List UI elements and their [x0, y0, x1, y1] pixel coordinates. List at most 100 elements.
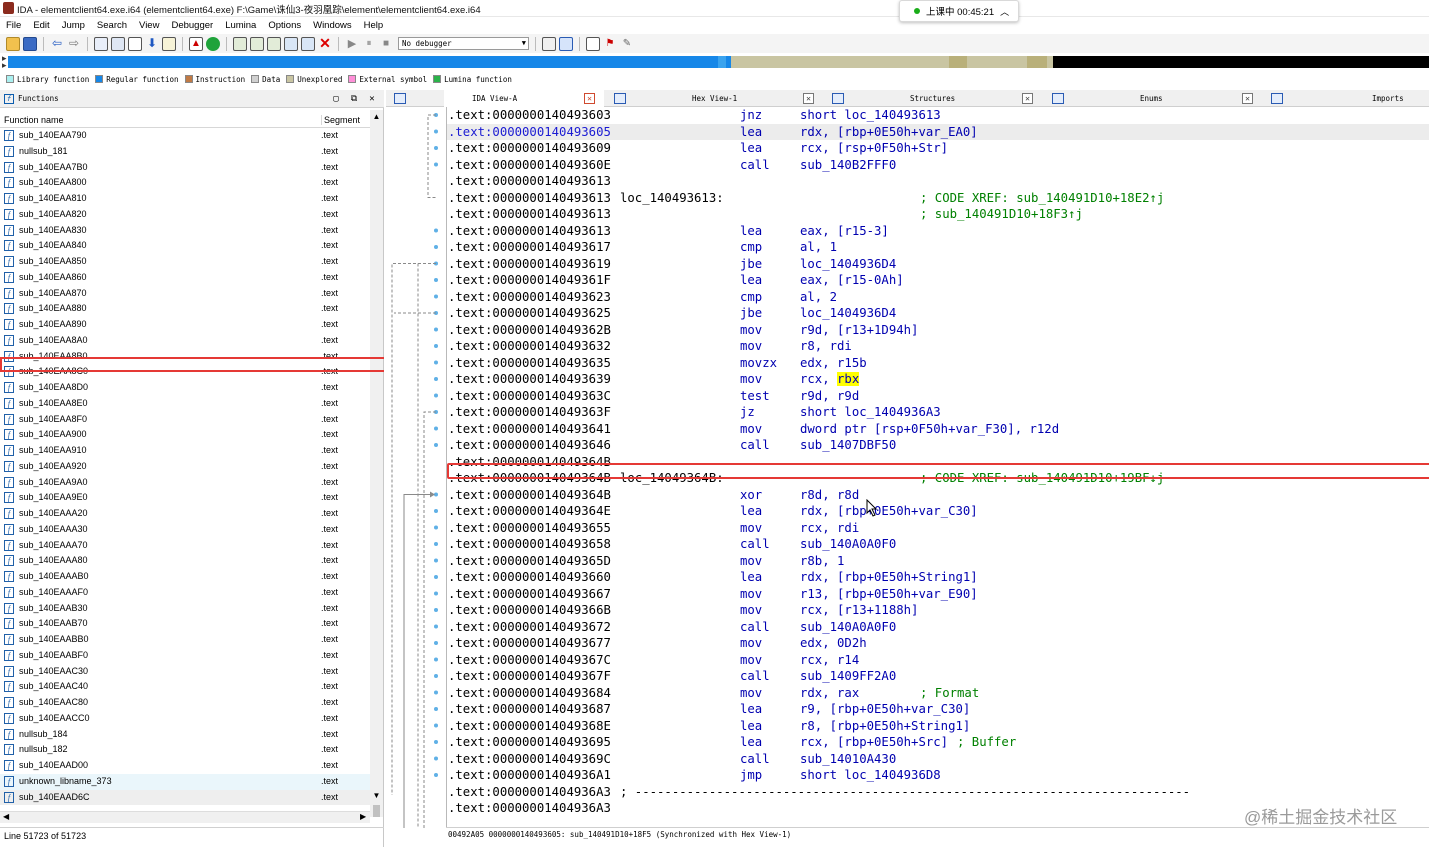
scroll-left-icon[interactable]: ◀	[3, 812, 9, 821]
separator-comment[interactable]: ; --------------------------------------…	[620, 784, 1190, 801]
function-row[interactable]: f sub_140EAA8A0 .text	[0, 333, 370, 349]
disassembly-line[interactable]: .text:0000000140493605 lea rdx, [rbp+0E50h…	[447, 123, 1429, 140]
instruction-operands[interactable]: r8d, r8d	[800, 487, 859, 504]
disassembly-line[interactable]: .text:0000000140493655 mov rcx, rdi	[447, 520, 1429, 537]
disassembly-line[interactable]: .text:0000000140493619 jbe loc_1404936D4	[447, 256, 1429, 273]
open-icon[interactable]	[6, 36, 20, 51]
disassembly-line[interactable]: .text:0000000140493695 lea ; Buffer rcx, [r…	[447, 734, 1429, 751]
disassembly-line[interactable]: .text:000000014049367C mov rcx, r14	[447, 652, 1429, 669]
stop-icon[interactable]: ■	[379, 37, 393, 51]
close-icon[interactable]: ✕	[318, 36, 332, 51]
functions-list[interactable]: f sub_140EAA790 .text f nullsub_181 .text f sub…	[0, 128, 370, 815]
disassembly-line[interactable]: .text:000000014049366B mov rcx, [r13+1188h…	[447, 602, 1429, 619]
function-row[interactable]: f sub_140EAA920 .text	[0, 459, 370, 475]
disassembly-line[interactable]: .text:0000000140493632 mov r8, rdi	[447, 338, 1429, 355]
function-row[interactable]: f sub_140EAAD00 .text	[0, 758, 370, 774]
function-row[interactable]: f sub_140EAAB30 .text	[0, 601, 370, 617]
disassembly-line[interactable]: .text:0000000140493613 loc_140493613: ; CO…	[447, 190, 1429, 207]
function-row[interactable]: f sub_140EAABF0 .text	[0, 648, 370, 664]
run-icon[interactable]: ▶	[345, 37, 359, 51]
calculator-icon[interactable]	[586, 36, 600, 51]
function-row[interactable]: f sub_140EAAC80 .text	[0, 695, 370, 711]
instruction-operands[interactable]: short loc_140493613	[800, 107, 941, 124]
disassembly-line[interactable]: .text:0000000140493687 lea r9, [rbp+0E50h+…	[447, 701, 1429, 718]
disassembly-line[interactable]: .text:0000000140493613	[447, 173, 1429, 190]
instruction-operands[interactable]: sub_1409FF2A0	[800, 668, 896, 685]
paste-icon[interactable]	[111, 36, 125, 51]
instruction-operands[interactable]: short loc_1404936D8	[800, 767, 941, 784]
function-row[interactable]: f nullsub_184 .text	[0, 727, 370, 743]
disassembly-line[interactable]: .text:0000000140493660 lea rdx, [rbp+0E50h…	[447, 569, 1429, 586]
disassembly-line[interactable]: .text:0000000140493667 mov r13, [rbp+0E50h…	[447, 586, 1429, 603]
debugger-select[interactable]: No debugger ▼	[398, 37, 529, 50]
instruction-operands[interactable]: edx, r15b	[800, 355, 867, 372]
function-row[interactable]: f sub_140EAAD6C .text	[0, 789, 370, 806]
navigation-bar[interactable]	[8, 56, 1429, 68]
instruction-operands[interactable]: rdx, [rbp+0E50h+var_C30]	[800, 503, 978, 520]
disassembly-line[interactable]: .text:0000000140493603 jnz short loc_14049…	[447, 107, 1429, 124]
instruction-operands[interactable]: rcx, [rsp+0F50h+Str]	[800, 140, 948, 157]
column-function-name[interactable]: Function name	[4, 115, 64, 125]
back-icon[interactable]: ⇦	[50, 36, 64, 51]
chevron-up-icon[interactable]: ︿	[1000, 5, 1009, 18]
function-row[interactable]: f sub_140EAA810 .text	[0, 191, 370, 207]
tab-enums[interactable]: Enums ✕	[1052, 90, 1259, 107]
instruction-operands[interactable]: rdx, rax	[800, 685, 859, 702]
function-row[interactable]: f sub_140EAAB70 .text	[0, 616, 370, 632]
tab-imports[interactable]: Imports	[1271, 90, 1429, 107]
instruction-operands[interactable]: sub_140A0A0F0	[800, 536, 896, 553]
menu-windows[interactable]: Windows	[307, 17, 358, 34]
instruction-operands[interactable]: rcx, [r13+1188h]	[800, 602, 918, 619]
scroll-down-icon[interactable]: ▼	[370, 791, 383, 803]
menu-jump[interactable]: Jump	[56, 17, 91, 34]
disassembly-line[interactable]: .text:000000014049369C call sub_14010A430	[447, 751, 1429, 768]
disassembly-line[interactable]: .text:0000000140493617 cmp al, 1	[447, 239, 1429, 256]
function-row[interactable]: f sub_140EAA840 .text	[0, 238, 370, 254]
function-row[interactable]: f sub_140EAA9E0 .text	[0, 490, 370, 506]
instruction-operands[interactable]: loc_1404936D4	[800, 305, 896, 322]
menu-options[interactable]: Options	[262, 17, 307, 34]
forward-icon[interactable]: ⇨	[67, 36, 81, 51]
instruction-operands[interactable]: sub_140B2FFF0	[800, 157, 896, 174]
function-row[interactable]: f nullsub_181 .text	[0, 144, 370, 160]
jump-icon[interactable]: ⬇	[145, 36, 159, 51]
function-row[interactable]: f sub_140EAA8D0 .text	[0, 380, 370, 396]
function-row[interactable]: f sub_140EAACC0 .text	[0, 711, 370, 727]
instruction-operands[interactable]: al, 1	[800, 239, 837, 256]
save-icon[interactable]	[23, 36, 37, 51]
disassembly-line[interactable]: .text:000000014049362B mov r9d, [r13+1D94h…	[447, 322, 1429, 339]
function-row[interactable]: f sub_140EAA830 .text	[0, 223, 370, 239]
scroll-right-icon[interactable]: ▶	[360, 812, 366, 821]
instruction-operands[interactable]: r13, [rbp+0E50h+var_E90]	[800, 586, 978, 603]
xref-comment[interactable]: ; CODE XREF: sub_140491D10+18E2↑j	[920, 190, 1164, 207]
function-row[interactable]: f sub_140EAA860 .text	[0, 270, 370, 286]
function-row[interactable]: f unknown_libname_373 .text	[0, 773, 370, 790]
disassembly-line[interactable]: .text:000000014049360E call sub_140B2FFF0	[447, 157, 1429, 174]
function-row[interactable]: f sub_140EAAA70 .text	[0, 538, 370, 554]
disassembly-line[interactable]: .text:000000014049367F call sub_1409FF2A0	[447, 668, 1429, 685]
scrollbar-thumb[interactable]	[373, 805, 380, 817]
instruction-operands[interactable]: rcx, rdi	[800, 520, 859, 537]
recording-status-pill[interactable]: 上课中 00:45:21 ︿	[899, 0, 1019, 22]
functions-vertical-scrollbar[interactable]: ▲ ▼	[370, 110, 383, 817]
instruction-operands[interactable]: r9d, r9d	[800, 388, 859, 405]
lumina-icon[interactable]	[206, 36, 220, 51]
function-row[interactable]: f sub_140EAA880 .text	[0, 301, 370, 317]
function-row[interactable]: f sub_140EAA870 .text	[0, 286, 370, 302]
function-row[interactable]: f sub_140EAAAB0 .text	[0, 569, 370, 585]
function-row[interactable]: f sub_140EAA9A0 .text	[0, 475, 370, 491]
instruction-operands[interactable]: sub_14010A430	[800, 751, 896, 768]
menu-edit[interactable]: Edit	[27, 17, 55, 34]
disassembly-line[interactable]: .text:0000000140493623 cmp al, 2	[447, 289, 1429, 306]
disassembly-line[interactable]: .text:0000000140493613 ; sub_140491D10+18…	[447, 206, 1429, 223]
struct-icon[interactable]	[233, 36, 247, 51]
float-icon[interactable]: ⧉	[348, 93, 360, 105]
code-label[interactable]: loc_140493613:	[620, 190, 724, 207]
disassembly-line[interactable]: .text:000000014049364B xor r8d, r8d	[447, 487, 1429, 504]
instruction-operands[interactable]: edx, 0D2h	[800, 635, 867, 652]
instruction-operands[interactable]: rcx, rbx	[800, 371, 860, 388]
function-row[interactable]: f sub_140EAAA30 .text	[0, 522, 370, 538]
disassembly-line[interactable]: .text:0000000140493635 movzx edx, r15b	[447, 355, 1429, 372]
enum-icon[interactable]	[250, 36, 264, 51]
copy-icon[interactable]	[94, 36, 108, 51]
